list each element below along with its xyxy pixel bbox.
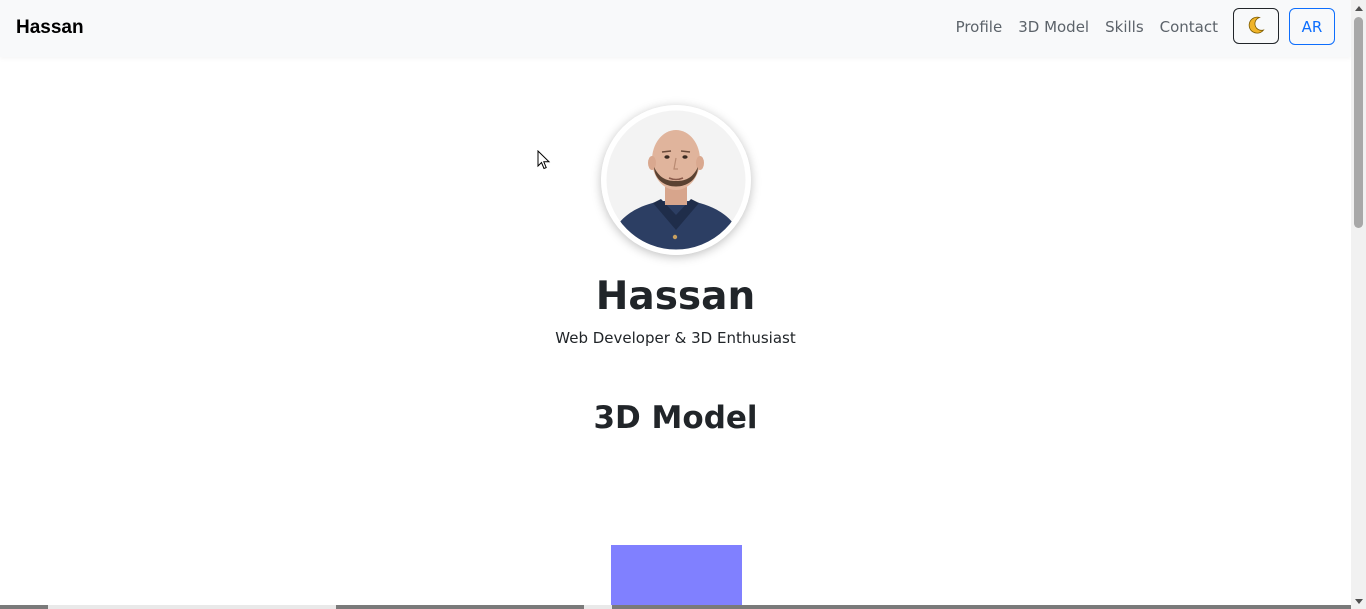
nav-link-3d-model[interactable]: 3D Model (1018, 18, 1089, 36)
nav-link-profile[interactable]: Profile (956, 18, 1003, 36)
profile-name: Hassan (595, 274, 756, 319)
navbar-brand[interactable]: Hassan (16, 17, 84, 39)
scroll-up-arrow-icon[interactable] (1351, 0, 1366, 15)
avatar-photo (601, 105, 751, 255)
navbar: Hassan Profile 3D Model Skills Contact A… (0, 0, 1351, 57)
scroll-down-arrow-icon[interactable] (1351, 594, 1366, 609)
page-viewport: Hassan Profile 3D Model Skills Contact A… (0, 0, 1351, 609)
theme-toggle-button[interactable] (1233, 8, 1279, 44)
moon-icon (1246, 15, 1266, 38)
language-toggle-button[interactable]: AR (1289, 8, 1335, 45)
mouse-cursor-icon (537, 149, 551, 170)
nav-link-contact[interactable]: Contact (1160, 18, 1218, 36)
nav-link-skills[interactable]: Skills (1105, 18, 1144, 36)
3d-model-canvas[interactable] (611, 545, 742, 609)
3d-cube (611, 545, 742, 609)
avatar (601, 105, 751, 255)
scrollbar-thumb[interactable] (1354, 17, 1363, 228)
profile-tagline: Web Developer & 3D Enthusiast (555, 329, 796, 347)
nav-links: Profile 3D Model Skills Contact (956, 18, 1218, 36)
section-title-3d-model: 3D Model (593, 400, 758, 436)
vertical-scrollbar[interactable] (1351, 0, 1366, 609)
horizontal-scrollbar[interactable] (0, 605, 1351, 609)
